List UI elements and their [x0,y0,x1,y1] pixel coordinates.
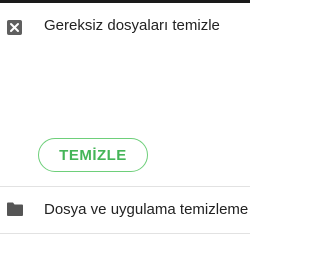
divider [0,233,250,234]
close-icon[interactable] [7,20,22,35]
card-title: Gereksiz dosyaları temizle [44,17,220,34]
folder-icon [6,201,24,217]
junk-cleaner-card: Gereksiz dosyaları temizle [0,3,250,157]
list-item-label: Dosya ve uygulama temizleme [44,201,249,218]
clean-button[interactable]: TEMİZLE [38,138,148,172]
